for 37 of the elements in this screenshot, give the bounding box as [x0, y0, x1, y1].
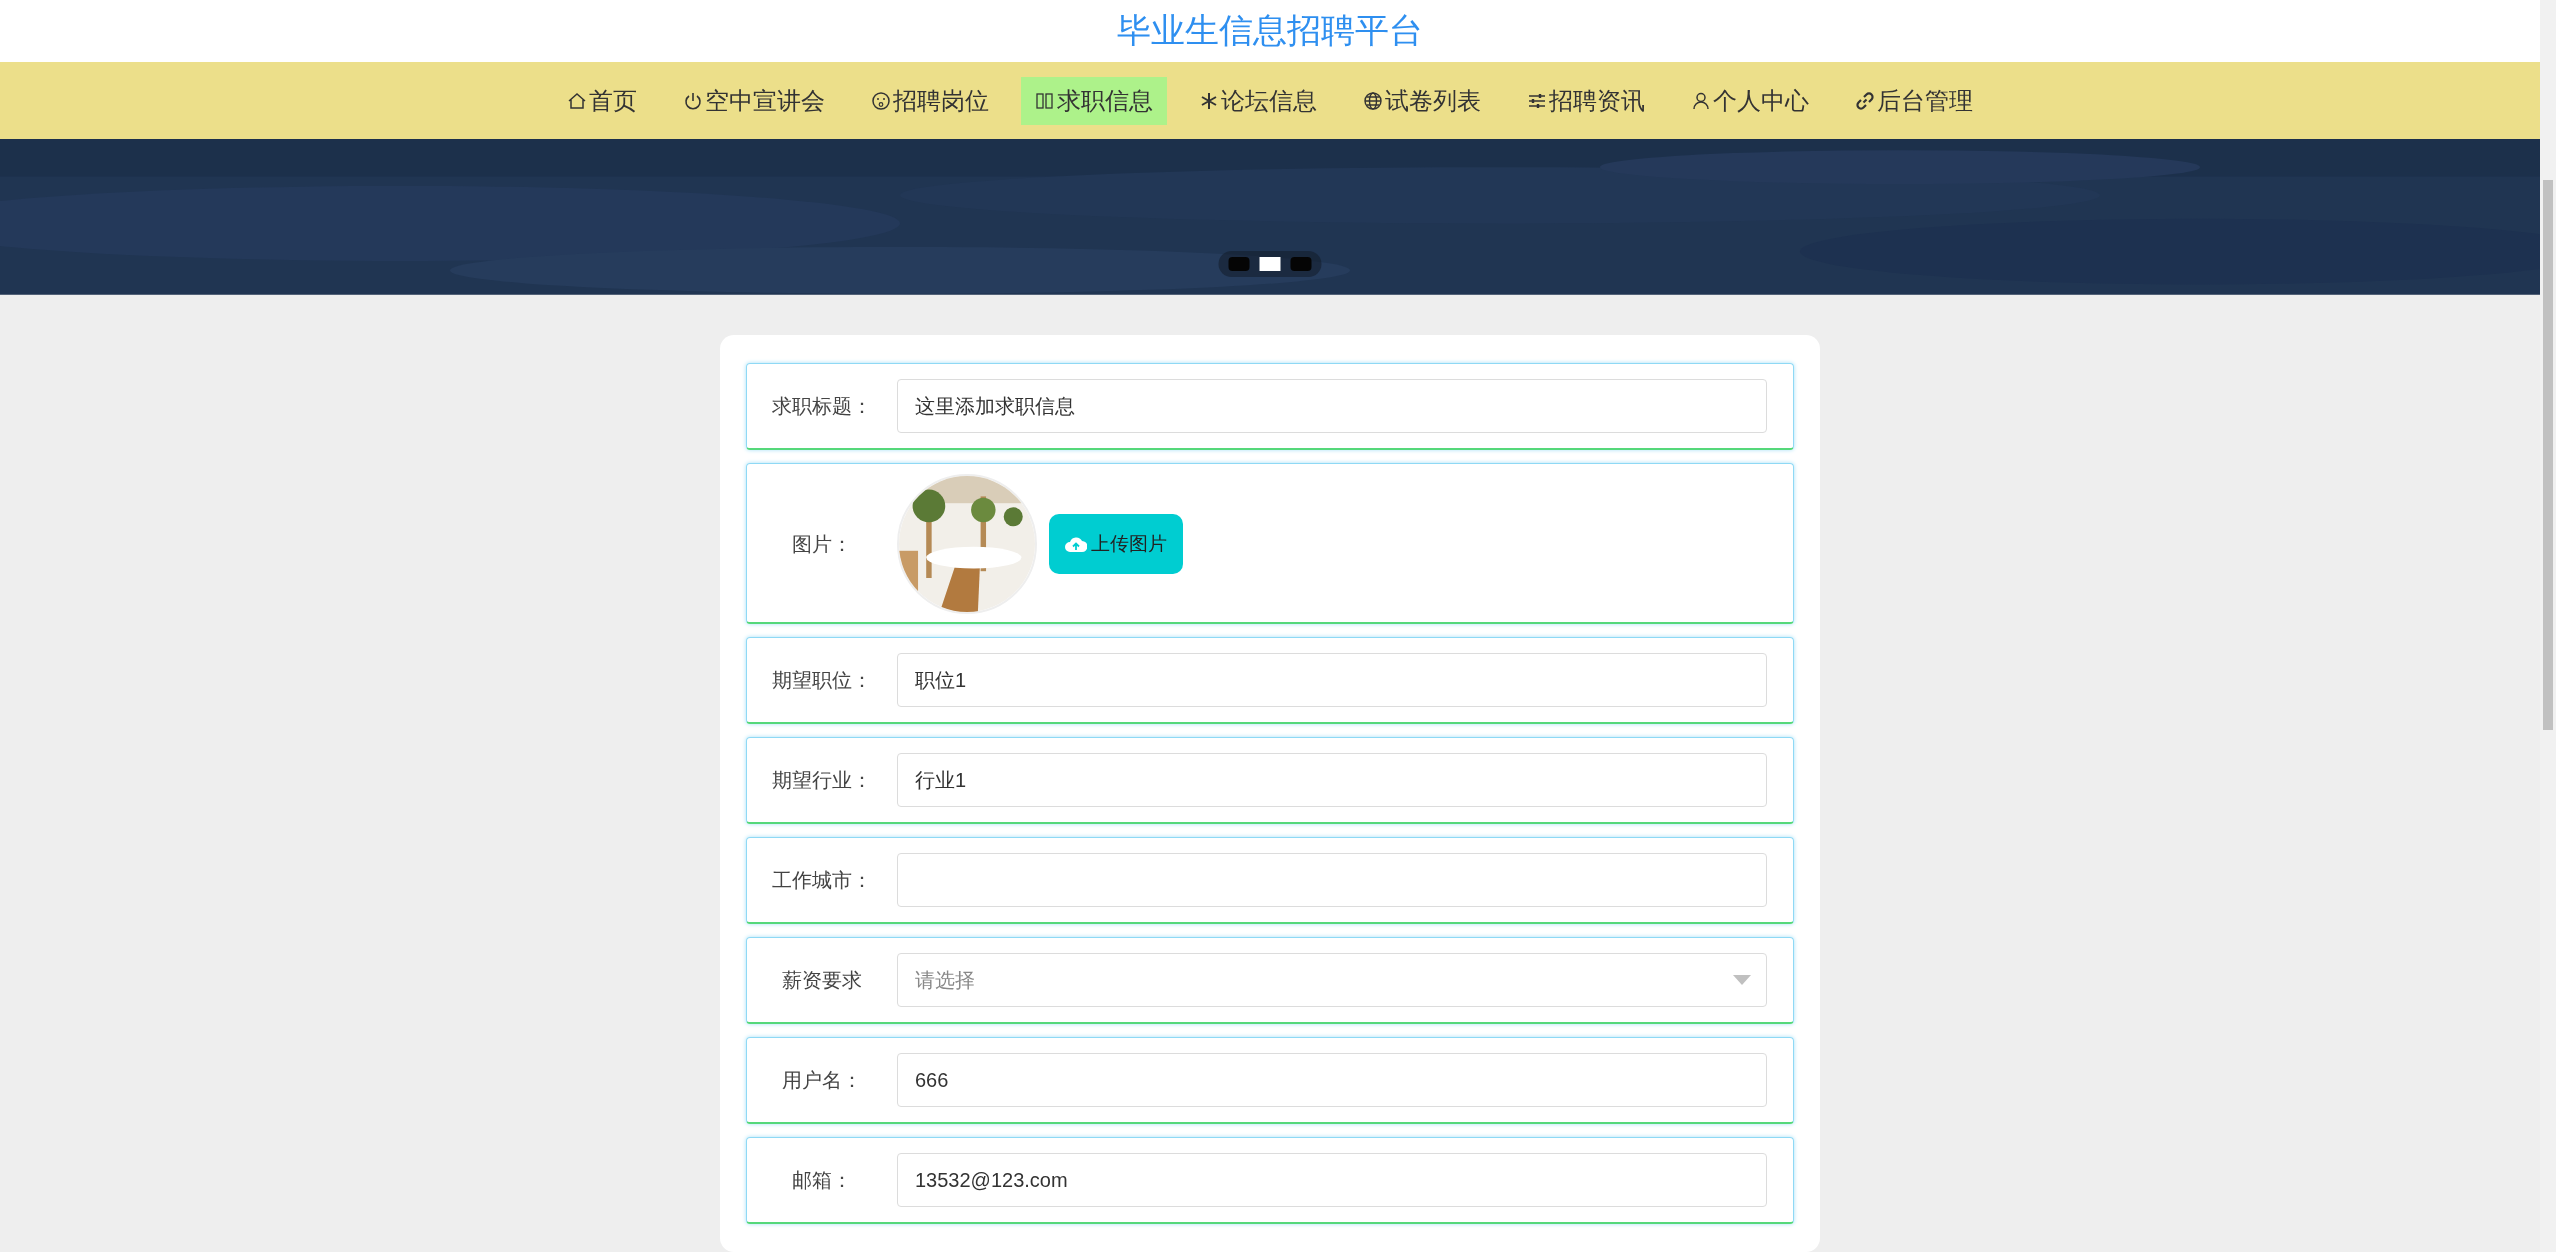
boxes-icon	[1035, 90, 1055, 111]
upload-button[interactable]: 上传图片	[1049, 514, 1183, 574]
snowflake-icon	[1199, 90, 1219, 111]
field-label: 薪资要求	[781, 967, 863, 993]
nav-item[interactable]: 空中宣讲会	[669, 76, 839, 125]
nav-item[interactable]: 求职信息	[1021, 76, 1167, 125]
power-icon	[683, 90, 703, 111]
site-title: 毕业生信息招聘平台	[1117, 10, 1423, 52]
field-label: 求职标题：	[771, 393, 873, 419]
field-label: 工作城市：	[771, 867, 873, 893]
nav-item[interactable]: 首页	[553, 76, 651, 125]
nav-item[interactable]: 招聘岗位	[857, 76, 1003, 125]
input-field[interactable]: 职位1	[897, 653, 1767, 707]
link-icon	[1855, 90, 1875, 111]
nav-item[interactable]: 后台管理	[1841, 76, 1987, 125]
input-field[interactable]: 这里添加求职信息	[897, 379, 1767, 433]
person-icon	[1691, 90, 1711, 111]
face-icon	[871, 90, 891, 111]
select-field[interactable]: 请选择	[897, 953, 1767, 1007]
field-label: 图片：	[791, 531, 853, 557]
input-field[interactable]: 行业1	[897, 753, 1767, 807]
input-field[interactable]: 666	[897, 1053, 1767, 1107]
globe-icon	[1363, 90, 1383, 111]
home-icon	[567, 90, 587, 111]
cloud-upload-icon	[1065, 536, 1087, 552]
field-label: 期望职位：	[771, 667, 873, 693]
field-label: 期望行业：	[771, 767, 873, 793]
input-field[interactable]: 13532@123.com	[897, 1153, 1767, 1207]
input-field[interactable]	[897, 853, 1767, 907]
caret-icon	[1733, 975, 1751, 985]
nav-item[interactable]: 论坛信息	[1185, 76, 1331, 125]
nav-item[interactable]: 试卷列表	[1349, 76, 1495, 125]
scrollbar-thumb[interactable]	[2543, 180, 2553, 730]
nav-item[interactable]: 招聘资讯	[1513, 76, 1659, 125]
nav-item[interactable]: 个人中心	[1677, 76, 1823, 125]
field-label: 邮箱：	[791, 1167, 853, 1193]
field-label: 用户名：	[781, 1067, 863, 1093]
